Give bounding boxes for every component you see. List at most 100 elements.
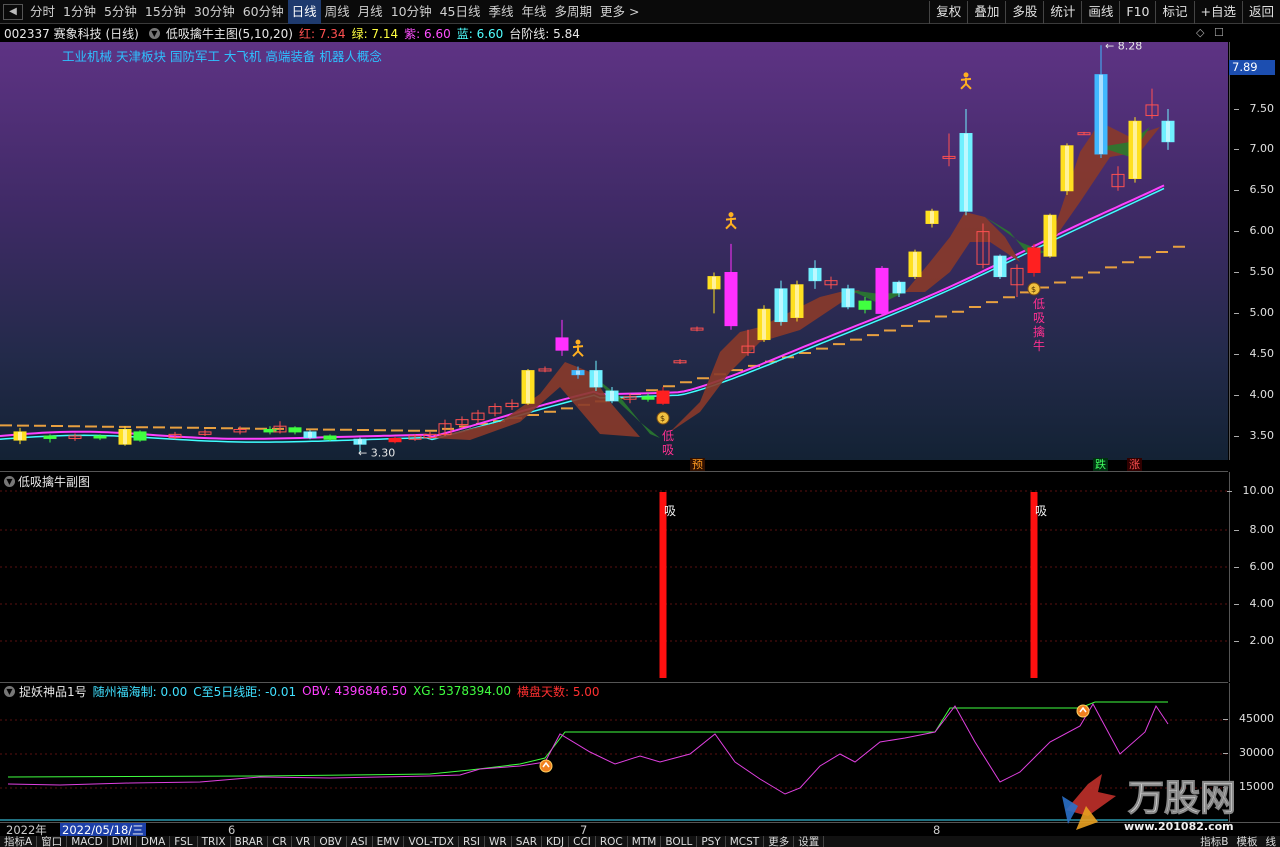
candle-highlight (964, 133, 968, 212)
price-axis: 7.50 7.00 6.50 6.00 5.50 5.00 4.50 4.00 3.50 (1229, 42, 1280, 460)
candle-body (641, 396, 655, 400)
yu-tag: 预 (690, 458, 705, 471)
axis-tick-label: 45000 (1223, 712, 1274, 725)
indicator-tab[interactable]: KDJ (542, 836, 570, 847)
runner-icon-body (725, 217, 737, 230)
runner-icon (572, 339, 584, 357)
period-tab[interactable]: 5分钟 (100, 0, 141, 24)
candle-highlight (526, 370, 530, 404)
indicator-tab[interactable]: BRAR (231, 836, 269, 847)
signal-bar-label: 吸 (1035, 504, 1047, 518)
candle-highlight (846, 288, 850, 307)
tool-button[interactable]: 叠加 (967, 1, 1005, 24)
period-tab[interactable]: 30分钟 (190, 0, 239, 24)
indicator-tab[interactable]: MACD (67, 836, 108, 847)
indicator-tab[interactable]: DMA (137, 836, 171, 847)
purple-line-value: 紫: 6.60 (404, 26, 451, 41)
indicator-tab[interactable]: MTM (628, 836, 662, 847)
sub1-axis: 10.00 8.00 6.00 4.00 2.00 (1226, 472, 1280, 682)
tool-button[interactable]: F10 (1119, 1, 1155, 24)
indicator-tab[interactable]: 窗口 (37, 836, 68, 847)
indicator-name[interactable]: 低吸擒牛主图(5,10,20) (166, 25, 293, 42)
collapse-icon[interactable]: ☐ (1214, 26, 1224, 39)
step-line-value: 台阶线: 5.84 (509, 26, 580, 41)
candle-body (288, 427, 302, 433)
indicator-tabs-right: 指标B 模板线 (1196, 836, 1280, 847)
signal-bar (659, 492, 667, 678)
indicator-tab[interactable]: MCST (726, 836, 765, 847)
chevron-down-icon[interactable]: ▼ (148, 27, 160, 39)
candle-body (43, 435, 57, 439)
indicator-tab[interactable]: 线 (1261, 836, 1280, 847)
tool-button[interactable]: 复权 (929, 1, 967, 24)
indicator-tab[interactable]: WR (485, 836, 512, 847)
period-tab[interactable]: 60分钟 (239, 0, 288, 24)
axis-tick-label: 3.50 (1233, 429, 1274, 442)
indicator-tab[interactable]: 指标A (0, 836, 38, 847)
period-tab[interactable]: 1分钟 (59, 0, 100, 24)
indicator-tab[interactable]: SAR (512, 836, 543, 847)
indicator-tab[interactable]: TRIX (198, 836, 231, 847)
candle-highlight (308, 431, 312, 438)
candle-highlight (795, 284, 799, 318)
tool-button[interactable]: +自选 (1193, 1, 1242, 24)
money-bag-icon-glyph: $ (1031, 285, 1036, 294)
period-tab[interactable]: 多周期 (551, 0, 597, 24)
period-tab[interactable]: 分时 (26, 0, 59, 24)
indicator-tab[interactable]: VR (292, 836, 316, 847)
candle-highlight (610, 391, 614, 401)
indicator-tab[interactable]: EMV (373, 836, 405, 847)
candle-highlight (1099, 74, 1103, 154)
tool-button[interactable]: 多股 (1005, 1, 1043, 24)
candle-highlight (897, 282, 901, 293)
axis-tick-label: 5.50 (1233, 265, 1274, 278)
indicator-tab[interactable]: VOL-TDX (404, 836, 459, 847)
indicator-tab[interactable]: PSY (697, 836, 726, 847)
period-tab[interactable]: 季线 (485, 0, 518, 24)
candle-highlight (576, 370, 580, 375)
low-buy-text: 低 (1033, 297, 1045, 311)
indicator-tab[interactable]: FSL (170, 836, 198, 847)
blue-line-value: 蓝: 6.60 (456, 26, 504, 41)
diamond-icon[interactable]: ◇ (1196, 26, 1204, 39)
period-tab[interactable]: 15分钟 (141, 0, 190, 24)
indicator-tab[interactable]: ASI (347, 836, 373, 847)
indicator-tab[interactable]: 模板 (1232, 836, 1262, 847)
indicator-tab[interactable]: CCI (569, 836, 596, 847)
period-tab[interactable]: 年线 (518, 0, 551, 24)
indicator-tab[interactable]: BOLL (661, 836, 698, 847)
tool-button[interactable]: 返回 (1241, 1, 1280, 24)
back-arrow-icon[interactable]: ◀ (3, 3, 23, 20)
tool-button[interactable]: 统计 (1043, 1, 1081, 24)
signal-bar (1030, 492, 1038, 678)
indicator-tab[interactable]: 设置 (794, 836, 825, 847)
indicator-tab[interactable]: RSI (459, 836, 485, 847)
candle-highlight (712, 276, 716, 289)
indicator-tab[interactable]: DMI (108, 836, 137, 847)
period-tab[interactable]: 周线 (321, 0, 354, 24)
period-tab[interactable]: 日线 (287, 0, 321, 24)
indicator-tab[interactable]: 指标B (1196, 836, 1233, 847)
indicator-tab[interactable]: ROC (596, 836, 628, 847)
tool-button[interactable]: 画线 (1081, 1, 1119, 24)
candle-highlight (594, 370, 598, 387)
indicator-tab[interactable]: 更多 (764, 836, 795, 847)
tool-button[interactable]: 标记 (1155, 1, 1193, 24)
indicator-tab[interactable]: OBV (315, 836, 347, 847)
obv-line (7, 702, 1169, 795)
candle-body (93, 435, 107, 439)
axis-tick-label: 7.00 (1233, 142, 1274, 155)
candle-highlight (358, 439, 362, 445)
candle-highlight (813, 268, 817, 281)
stock-title[interactable]: 002337 赛象科技 (日线) (4, 25, 139, 42)
period-tab[interactable]: 45日线 (436, 0, 485, 24)
high-price-label: ← 8.28 (1105, 42, 1142, 52)
indicator-tab[interactable]: CR (268, 836, 292, 847)
period-tab[interactable]: 更多 > (596, 0, 643, 24)
period-toolbar: ◀ 分时 1分钟 5分钟 15分钟 30分钟 60分钟 日线 周线 月线 10分钟 45日线 季线 年线… (0, 0, 1280, 24)
period-tab[interactable]: 月线 (354, 0, 387, 24)
panel-divider (0, 471, 1228, 472)
period-tab[interactable]: 10分钟 (387, 0, 436, 24)
sub1-chart-svg: 吸吸 (0, 490, 1228, 678)
runner-icon-body (960, 77, 972, 90)
